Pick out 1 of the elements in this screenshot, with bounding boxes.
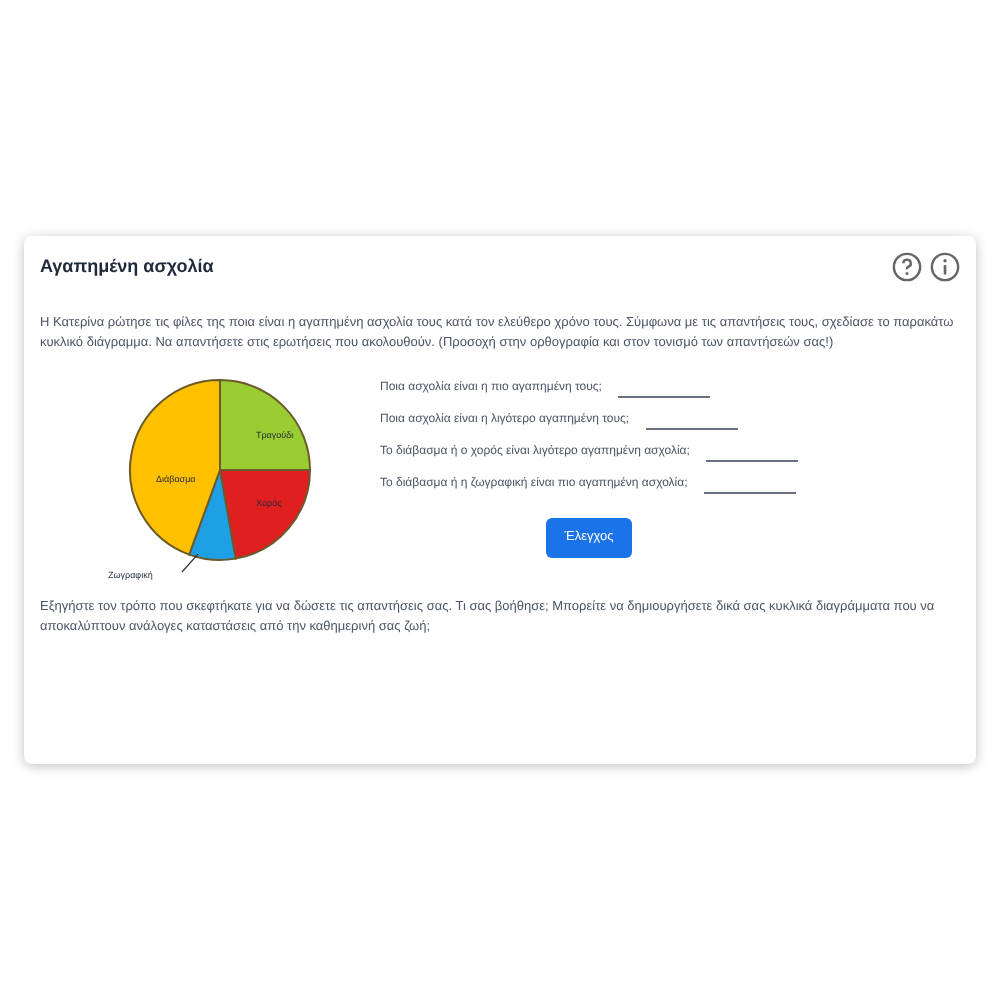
card-title: Αγαπημένη ασχολία (40, 253, 214, 280)
